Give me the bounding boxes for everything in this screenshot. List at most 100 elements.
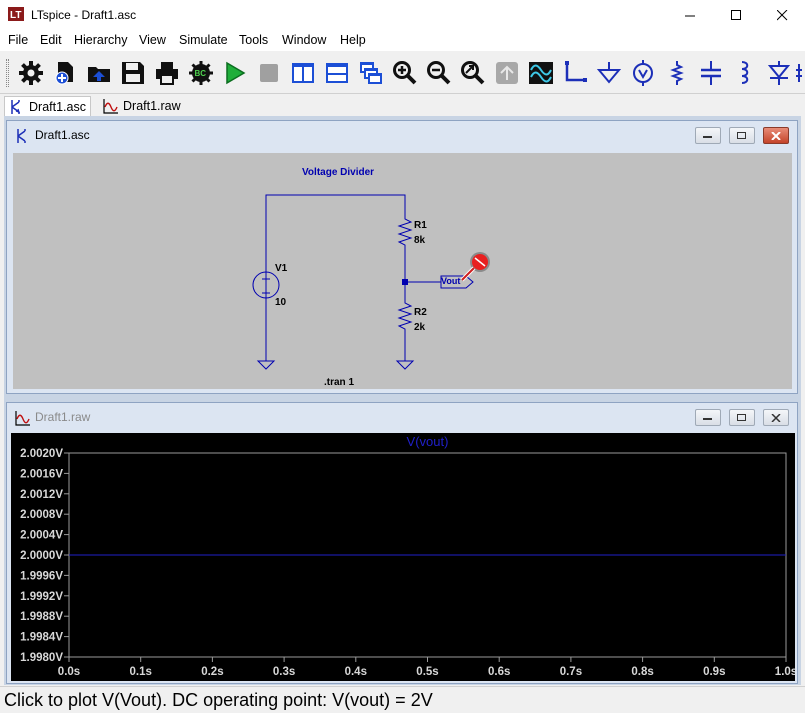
svg-text:BC: BC	[195, 69, 207, 78]
diode-button[interactable]	[765, 59, 793, 87]
open-folder-icon	[88, 67, 110, 82]
x-tick-label: 0.1s	[130, 666, 152, 678]
y-tick-label: 2.0000V	[20, 550, 63, 562]
trace-title: V(vout)	[407, 434, 449, 449]
zoom-in-icon	[393, 61, 417, 85]
x-tick-label: 0.7s	[560, 666, 582, 678]
y-tick-label: 2.0004V	[20, 530, 63, 542]
inductor-button[interactable]	[731, 59, 759, 87]
new-schematic-icon	[55, 62, 73, 85]
tile-vertical-button[interactable]	[289, 59, 317, 87]
y-tick-label: 2.0016V	[20, 468, 63, 480]
status-text: Click to plot V(Vout). DC operating poin…	[4, 690, 433, 710]
schematic-window-titlebar[interactable]: Draft1.asc	[7, 121, 797, 149]
schematic-window: Draft1.asc Voltage Divider V1 10 R1 8k R…	[6, 120, 798, 394]
schematic-canvas[interactable]: Voltage Divider V1 10 R1 8k R2 2k Vout .…	[13, 153, 792, 389]
tab-draft1-raw[interactable]: Draft1.raw	[99, 96, 185, 116]
new-schematic-button[interactable]	[51, 59, 79, 87]
tab-label: Draft1.asc	[29, 99, 86, 114]
ground-button[interactable]	[595, 59, 623, 87]
ac-analysis-button[interactable]: BC	[187, 59, 215, 87]
menu-view[interactable]: View	[139, 33, 166, 47]
save-button[interactable]	[119, 59, 147, 87]
resistor-button[interactable]	[663, 59, 691, 87]
settings-button[interactable]	[17, 59, 45, 87]
r1-name[interactable]: R1	[414, 220, 427, 231]
tile-vertical-icon	[292, 63, 314, 83]
y-tick-label: 1.9980V	[20, 652, 63, 664]
print-button[interactable]	[153, 59, 181, 87]
waveform-plot-svg[interactable]: 2.0020V 2.0016V 2.0012V 2.0008V 2.0004V 2.000…	[11, 433, 795, 681]
mdi-workspace: Draft1.asc Voltage Divider V1 10 R1 8k R…	[4, 116, 801, 685]
ac-analysis-icon: BC	[189, 61, 213, 85]
schematic-icon	[11, 99, 20, 114]
zoom-out-button[interactable]	[425, 59, 453, 87]
x-tick-label: 0.2s	[201, 666, 223, 678]
zoom-fit-button[interactable]	[459, 59, 487, 87]
close-button[interactable]	[759, 0, 805, 30]
schematic-drawing[interactable]	[13, 153, 792, 389]
r2-name[interactable]: R2	[414, 307, 427, 318]
menu-edit[interactable]: Edit	[40, 33, 62, 47]
more-tools-button[interactable]	[795, 59, 805, 87]
voltage-source-button[interactable]	[629, 59, 657, 87]
run-button[interactable]	[221, 59, 249, 87]
capacitor-button[interactable]	[697, 59, 725, 87]
voltage-source-icon	[633, 60, 653, 86]
autorange-button[interactable]	[493, 59, 521, 87]
close-icon	[776, 9, 787, 20]
maximize-button[interactable]	[713, 0, 759, 30]
v1-value[interactable]: 10	[275, 297, 286, 308]
menu-hierarchy[interactable]: Hierarchy	[74, 33, 128, 47]
vout-label[interactable]: Vout	[441, 276, 460, 286]
r2-value[interactable]: 2k	[414, 322, 425, 333]
open-button[interactable]	[85, 59, 113, 87]
x-tick-label: 0.0s	[58, 666, 80, 678]
tile-horizontal-button[interactable]	[323, 59, 351, 87]
wire-button[interactable]	[561, 59, 589, 87]
waveform-window-titlebar[interactable]: Draft1.raw	[7, 403, 797, 431]
waveform-plot[interactable]: 2.0020V 2.0016V 2.0012V 2.0008V 2.0004V 2.000…	[11, 433, 795, 681]
tab-draft1-asc[interactable]: Draft1.asc	[4, 96, 91, 116]
status-bar: Click to plot V(Vout). DC operating poin…	[0, 686, 805, 713]
resistor-icon	[670, 61, 684, 85]
menu-help[interactable]: Help	[340, 33, 366, 47]
x-tick-label: 0.4s	[345, 666, 367, 678]
menu-file[interactable]: File	[8, 33, 28, 47]
waveform-restore-button[interactable]	[729, 409, 755, 426]
waveform-minimize-button[interactable]	[695, 409, 721, 426]
tran-directive[interactable]: .tran 1	[324, 377, 354, 388]
close-icon	[771, 413, 781, 422]
run-icon	[226, 61, 246, 85]
schematic-restore-button[interactable]	[729, 127, 755, 144]
waveform-file-icon	[103, 99, 118, 114]
close-icon	[771, 131, 781, 140]
minimize-icon	[703, 417, 712, 420]
toolbar-grip[interactable]	[6, 59, 9, 87]
cascade-icon	[360, 62, 382, 84]
halt-button[interactable]	[255, 59, 283, 87]
minimize-button[interactable]	[667, 0, 713, 30]
x-tick-label: 0.3s	[273, 666, 295, 678]
v1-name[interactable]: V1	[275, 263, 287, 274]
schematic-window-title: Draft1.asc	[35, 128, 90, 142]
menu-simulate[interactable]: Simulate	[179, 33, 228, 47]
inductor-icon	[741, 61, 749, 84]
schematic-close-button[interactable]	[763, 127, 789, 144]
wire-icon	[565, 61, 587, 82]
restore-icon	[737, 413, 746, 421]
zoom-in-button[interactable]	[391, 59, 419, 87]
zoom-fit-icon	[461, 61, 485, 85]
schematic-comment[interactable]: Voltage Divider	[302, 167, 374, 178]
x-tick-label: 1.0s	[775, 666, 795, 678]
waveform-close-button[interactable]	[763, 409, 789, 426]
menu-window[interactable]: Window	[282, 33, 326, 47]
cascade-button[interactable]	[357, 59, 385, 87]
ground-symbol	[395, 360, 415, 370]
schematic-minimize-button[interactable]	[695, 127, 721, 144]
r1-value[interactable]: 8k	[414, 235, 425, 246]
menu-tools[interactable]: Tools	[239, 33, 268, 47]
schematic-icon	[17, 129, 26, 143]
toolbar: BC	[0, 51, 805, 94]
waveform-button[interactable]	[527, 59, 555, 87]
